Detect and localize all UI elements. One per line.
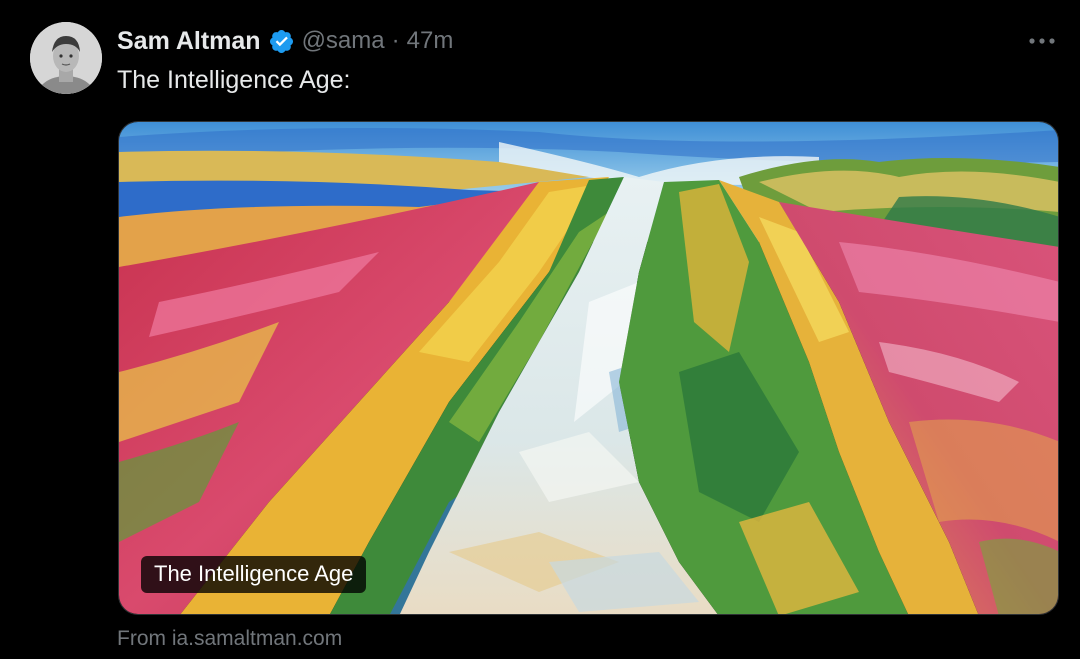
card-image — [119, 122, 1058, 614]
tweet-text: The Intelligence Age: — [117, 66, 351, 94]
separator-dot: · — [391, 27, 400, 54]
avatar[interactable] — [30, 22, 102, 94]
tweet-header: Sam Altman @sama · 47m — [117, 24, 453, 58]
author-display-name[interactable]: Sam Altman — [117, 27, 261, 56]
more-options-icon[interactable] — [1024, 27, 1060, 55]
author-handle[interactable]: @sama — [302, 27, 385, 55]
link-card[interactable]: The Intelligence Age — [118, 121, 1059, 615]
tweet[interactable]: Sam Altman @sama · 47m The Intelligence … — [0, 0, 1080, 659]
tweet-timestamp[interactable]: 47m — [407, 27, 454, 55]
card-source-link[interactable]: From ia.samaltman.com — [117, 627, 342, 651]
card-title: The Intelligence Age — [141, 556, 367, 593]
verified-badge-icon — [268, 28, 295, 55]
